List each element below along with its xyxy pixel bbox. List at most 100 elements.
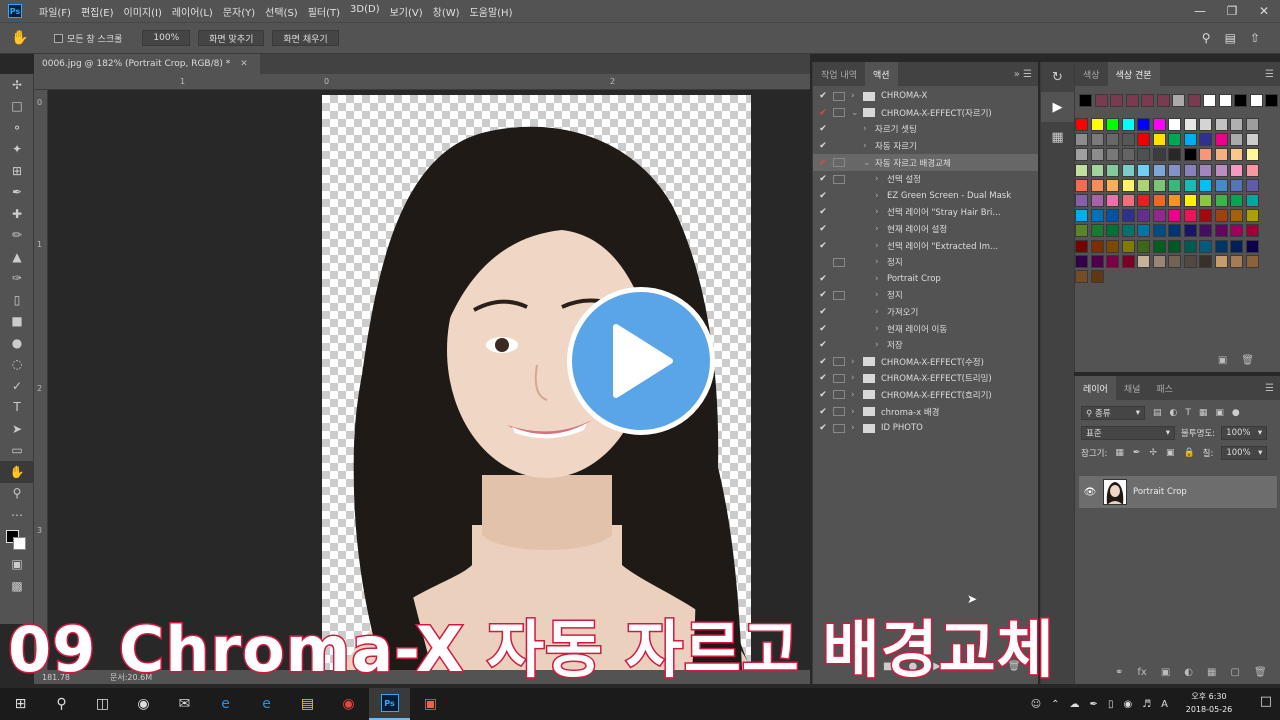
app-icon-1[interactable]: ◉ [123,688,164,720]
gradient-tool-icon[interactable]: ■ [0,311,34,333]
color-swatch[interactable] [1137,148,1150,162]
collapsed-chevron-icon[interactable]: › [875,207,887,217]
actions-panel-icon[interactable]: ▶ [1041,92,1074,122]
action-row[interactable]: ✔ › 선택 설정 [813,171,1038,188]
color-swatch[interactable] [1121,224,1135,238]
color-swatch[interactable] [1203,94,1216,107]
color-swatch[interactable] [1199,148,1212,162]
color-swatch[interactable] [1090,178,1104,192]
color-swatch[interactable] [1152,194,1166,207]
color-swatch[interactable] [1230,254,1243,268]
history-brush-tool-icon[interactable]: ✑ [0,268,34,290]
action-row[interactable]: ✔ › Portrait Crop [813,271,1038,288]
search-taskbar-icon[interactable]: ⚲ [41,688,82,720]
color-swatch[interactable] [1245,118,1259,131]
eraser-tool-icon[interactable]: ▯ [0,289,34,311]
color-swatch[interactable] [1152,178,1166,192]
visibility-eye-icon[interactable]: 👁 [1079,487,1101,498]
color-swatch[interactable] [1199,194,1212,207]
color-swatch[interactable] [1183,224,1197,238]
dialog-toggle-icon[interactable] [833,91,845,101]
more-tools-icon[interactable]: ⋯ [0,504,34,526]
collapsed-chevron-icon[interactable]: › [875,290,887,300]
color-swatch[interactable] [1168,224,1181,238]
color-swatch[interactable] [1106,163,1119,177]
collapsed-chevron-icon[interactable]: › [875,274,887,284]
collapsed-chevron-icon[interactable]: › [851,91,863,101]
filter-adjust-icon[interactable]: ◐ [1170,408,1178,418]
color-swatch[interactable] [1156,94,1170,107]
color-swatch[interactable] [1199,224,1212,238]
color-swatch[interactable] [1106,118,1119,131]
color-swatch[interactable] [1152,163,1166,177]
panel-menu-icon[interactable]: » ☰ [1014,69,1038,80]
color-swatch[interactable] [1121,118,1135,131]
color-swatch[interactable] [1245,148,1259,162]
color-swatch[interactable] [1214,148,1228,162]
color-swatch[interactable] [1137,209,1150,223]
color-swatch[interactable] [1245,178,1259,192]
collapsed-chevron-icon[interactable]: › [863,141,875,151]
action-toggle-checkbox[interactable]: ✔ [813,340,833,350]
color-swatch[interactable] [1090,133,1104,147]
color-swatch[interactable] [1090,239,1104,253]
color-swatch[interactable] [1075,194,1088,207]
color-swatch[interactable] [1199,163,1212,177]
action-toggle-checkbox[interactable]: ✔ [813,390,833,400]
action-row[interactable]: ✔ ⌄ 자동 자르고 배경교체 [813,154,1038,171]
color-swatch[interactable] [1199,254,1212,268]
type-tool-icon[interactable]: T [0,397,34,419]
color-swatch[interactable] [1090,148,1104,162]
search-icon[interactable]: ⚲ [1202,31,1211,45]
collapsed-chevron-icon[interactable]: › [875,241,887,251]
menu-item[interactable]: 선택(S) [260,4,303,19]
color-swatch[interactable] [1137,224,1150,238]
zoom-tool-icon[interactable]: ⚲ [0,483,34,505]
color-swatch[interactable] [1075,133,1088,147]
collapsed-chevron-icon[interactable]: › [851,373,863,383]
action-toggle-checkbox[interactable]: ✔ [813,307,833,317]
swatch-menu-icon[interactable]: ☰ [1265,69,1280,80]
color-swatch[interactable] [1094,94,1108,107]
hand-tool-icon[interactable]: ✋ [0,461,34,483]
collapsed-chevron-icon[interactable]: › [875,224,887,234]
color-swatch[interactable] [1137,178,1150,192]
people-icon[interactable]: ☺ [1031,699,1041,710]
color-swatch[interactable] [1079,94,1092,107]
quick-mask-icon[interactable]: ▣ [0,554,34,576]
color-swatch[interactable] [1168,209,1181,223]
color-swatch[interactable] [1121,194,1135,207]
color-swatch[interactable] [1234,94,1247,107]
action-row[interactable]: ✔ › 가져오기 [813,304,1038,321]
color-swatch[interactable] [1245,163,1259,177]
menu-item[interactable]: 필터(T) [303,4,345,19]
color-swatch[interactable] [1137,194,1150,207]
color-swatch[interactable] [1090,224,1104,238]
dialog-toggle-icon[interactable] [833,257,845,267]
color-swatch[interactable] [1183,254,1197,268]
rectangle-tool-icon[interactable]: ▭ [0,440,34,462]
action-toggle-checkbox[interactable]: ✔ [813,224,833,234]
color-swatch[interactable] [1121,239,1135,253]
dialog-toggle-icon[interactable] [833,390,845,400]
color-swatch[interactable] [1137,163,1150,177]
color-swatch[interactable] [1214,133,1228,147]
color-swatch[interactable] [1199,133,1212,147]
delete-swatch-icon[interactable]: 🗑 [1241,355,1254,366]
action-row[interactable]: ✔ › CHROMA-X-EFFECT(수정) [813,354,1038,371]
color-swatch[interactable] [1152,254,1166,268]
marquee-tool-icon[interactable]: □ [0,96,34,118]
color-swatch[interactable] [1168,118,1181,131]
action-toggle-checkbox[interactable]: ✔ [813,407,833,417]
dialog-toggle-icon[interactable] [833,423,845,433]
color-swatch[interactable] [1106,209,1119,223]
lock-artboard-icon[interactable]: ▣ [1166,448,1175,458]
close-tab-icon[interactable]: ✕ [240,59,248,69]
photoshop-taskbar-icon[interactable]: Ps [369,688,410,720]
color-swatch[interactable] [1183,209,1197,223]
color-swatch[interactable] [1183,133,1197,147]
healing-brush-tool-icon[interactable]: ✚ [0,203,34,225]
color-swatch[interactable] [1121,148,1135,162]
color-swatch[interactable] [1183,178,1197,192]
mail-icon[interactable]: ✉ [164,688,205,720]
